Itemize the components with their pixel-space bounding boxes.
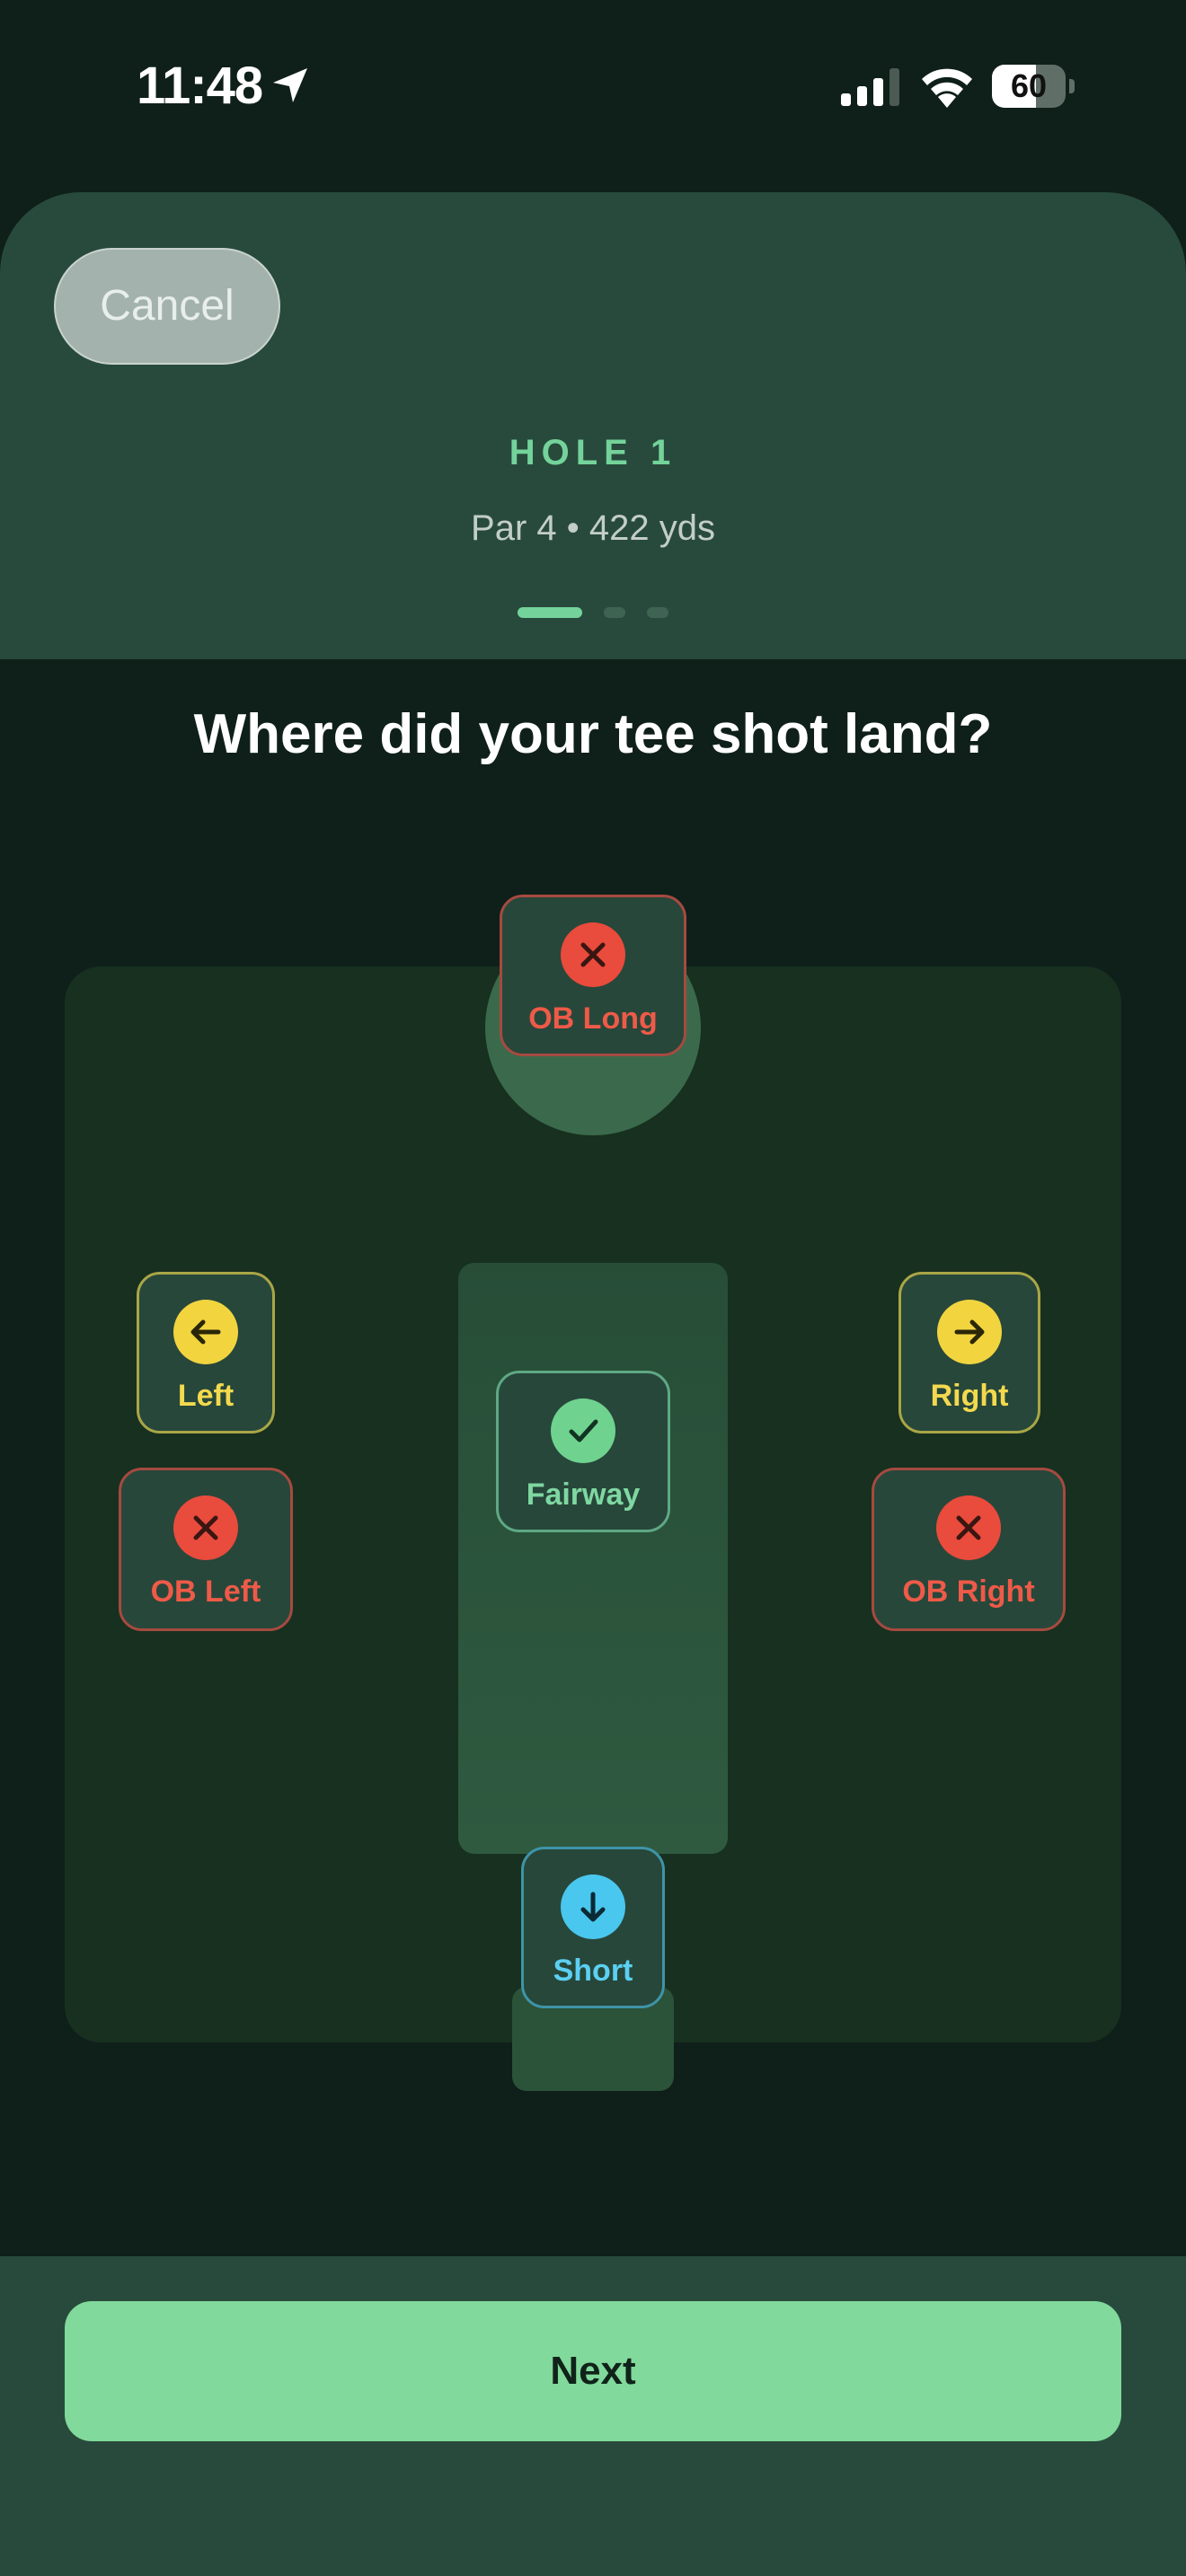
page-dot-active [518,607,582,618]
option-fairway[interactable]: Fairway [496,1371,670,1532]
hole-number-label: HOLE 1 [509,433,677,472]
status-bar: 11:48 60 [0,0,1186,180]
cellular-signal-icon [841,68,899,106]
option-label: Left [177,1379,235,1413]
battery-percent: 60 [1010,67,1048,104]
option-short[interactable]: Short [521,1847,665,2008]
page-dot [647,607,668,618]
option-left[interactable]: Left [137,1272,275,1434]
option-right[interactable]: Right [898,1272,1040,1434]
battery-body: 60 [992,65,1066,108]
option-label: Fairway [526,1478,641,1512]
option-label: OB Long [528,1001,658,1036]
option-label: Short [553,1954,633,1988]
option-label: Right [930,1379,1009,1413]
fairway-strip [458,1263,728,1854]
x-icon [173,1495,238,1560]
option-label: OB Left [150,1575,261,1609]
page-dot [604,607,625,618]
cancel-button[interactable]: Cancel [54,248,280,365]
battery-cap [1069,79,1075,93]
option-label: OB Right [902,1575,1035,1609]
arrow-left-icon [173,1300,238,1364]
question-heading: Where did your tee shot land? [193,703,993,765]
arrow-down-icon [561,1875,625,1939]
option-ob-right[interactable]: OB Right [872,1468,1066,1631]
x-icon [561,922,625,987]
option-ob-left[interactable]: OB Left [119,1468,293,1631]
arrow-right-icon [937,1300,1002,1364]
x-icon [936,1495,1001,1560]
wifi-icon [922,68,972,108]
status-time: 11:48 [137,57,263,115]
option-ob-long[interactable]: OB Long [500,895,686,1056]
check-icon [551,1398,615,1463]
hole-par-yardage: Par 4 • 422 yds [471,508,715,548]
location-arrow-icon [273,68,307,102]
battery-icon: 60 [992,65,1075,108]
next-button[interactable]: Next [65,2301,1121,2441]
